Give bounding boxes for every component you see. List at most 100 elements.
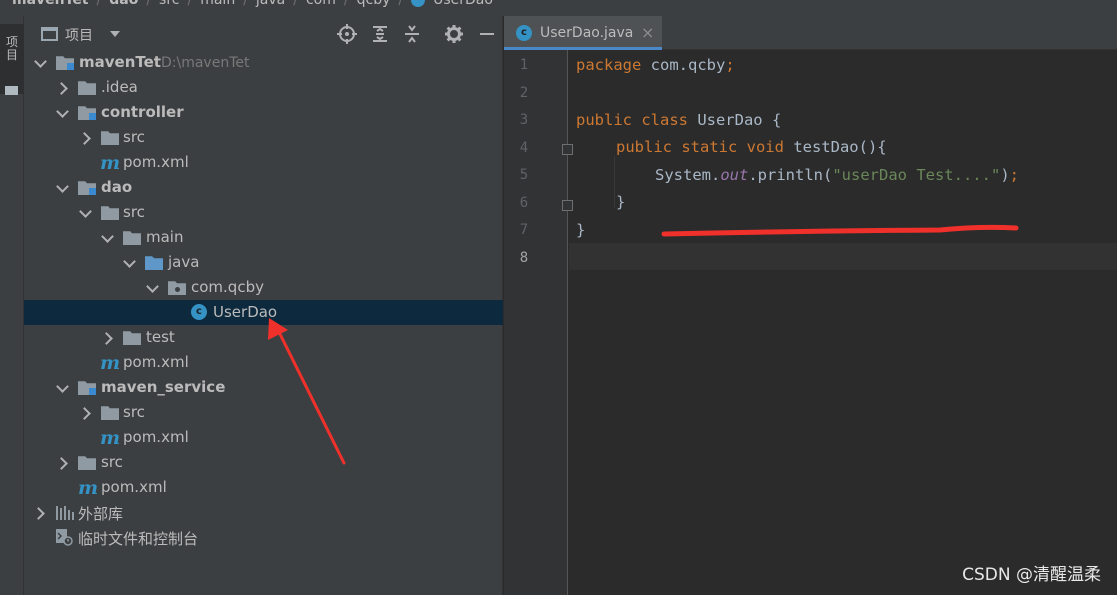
tree-item-src[interactable]: src: [24, 125, 503, 150]
tree-item-external-libraries[interactable]: 外部库: [24, 500, 503, 525]
tree-item-label: maven_service: [101, 378, 226, 396]
tree-item-pom[interactable]: m pom.xml: [24, 475, 503, 500]
project-panel-title[interactable]: 项目: [65, 25, 93, 45]
breadcrumb-com[interactable]: com: [306, 0, 336, 8]
tree-item-pom[interactable]: m pom.xml: [24, 425, 503, 450]
breadcrumb-project[interactable]: mavenTet: [12, 0, 89, 8]
class-icon: c: [516, 25, 532, 41]
chevron-right-icon[interactable]: [81, 133, 91, 143]
editor-tab-bar: c UserDao.java ×: [504, 16, 1117, 50]
chevron-right-icon[interactable]: [81, 408, 91, 418]
breadcrumb-class[interactable]: UserDao: [433, 0, 493, 8]
tree-item-userdao[interactable]: c UserDao: [24, 300, 503, 325]
tab-userdao-java[interactable]: c UserDao.java ×: [504, 16, 662, 50]
module-marker-icon: [89, 388, 96, 395]
chevron-right-icon[interactable]: [35, 508, 45, 518]
tree-item-dao[interactable]: dao: [24, 175, 503, 200]
chevron-down-icon[interactable]: [35, 57, 45, 67]
code-line-7[interactable]: }: [576, 221, 585, 239]
tree-item-maven-service[interactable]: maven_service: [24, 375, 503, 400]
chevron-down-icon[interactable]: [102, 232, 112, 242]
breadcrumb-qcby[interactable]: qcby: [357, 0, 391, 8]
chevron-right-icon[interactable]: [58, 458, 68, 468]
project-tree: mavenTet D:\mavenTet .idea controller sr…: [24, 50, 503, 550]
locate-file-icon[interactable]: [337, 24, 357, 44]
code-line-6[interactable]: }: [616, 193, 625, 211]
fold-marker-icon[interactable]: [562, 144, 573, 155]
tree-item-main[interactable]: main: [24, 225, 503, 250]
tree-item-pom[interactable]: m pom.xml: [24, 150, 503, 175]
tree-item-src[interactable]: src: [24, 450, 503, 475]
breadcrumb-java[interactable]: java: [256, 0, 285, 8]
breadcrumb-main[interactable]: main: [200, 0, 235, 8]
chevron-down-icon[interactable]: [57, 107, 67, 117]
folder-icon: [123, 331, 141, 345]
chevron-down-icon[interactable]: [57, 182, 67, 192]
tree-item-label: pom.xml: [123, 353, 189, 371]
tree-item-label: src: [123, 403, 145, 421]
tree-item-pom[interactable]: m pom.xml: [24, 350, 503, 375]
tree-item-src[interactable]: src: [24, 400, 503, 425]
chevron-down-icon[interactable]: [124, 257, 134, 267]
tree-item-label: com.qcby: [191, 278, 264, 296]
tree-item-src[interactable]: src: [24, 200, 503, 225]
navigation-breadcrumb: mavenTet / dao / src / main / java / com / qcb…: [0, 0, 1117, 16]
breadcrumb-src[interactable]: src: [159, 0, 179, 8]
collapse-all-icon[interactable]: [402, 24, 422, 44]
maven-icon: m: [100, 152, 121, 174]
tree-item-label: 外部库: [78, 505, 124, 523]
code-line-5[interactable]: System.out.println("userDao Test....");: [655, 166, 1019, 184]
code-line-1[interactable]: package com.qcby;: [576, 56, 735, 74]
minimize-icon[interactable]: [477, 24, 497, 44]
project-view-icon: [41, 27, 58, 41]
tree-item-label: main: [146, 228, 184, 246]
project-panel-header: 项目: [24, 16, 503, 52]
chevron-down-icon[interactable]: [57, 382, 67, 392]
line-number: 3: [519, 112, 529, 128]
code-line-4[interactable]: public static void testDao(){: [616, 138, 887, 156]
fold-marker-icon[interactable]: [562, 200, 573, 211]
project-tool-button[interactable]: 项目: [0, 24, 24, 95]
breadcrumb-module[interactable]: dao: [109, 0, 138, 8]
module-marker-icon: [89, 113, 96, 120]
chevron-down-icon[interactable]: [80, 207, 90, 217]
folder-icon: [101, 206, 119, 220]
line-number: 2: [519, 85, 529, 101]
tree-item-label: java: [168, 253, 200, 271]
folder-icon: [101, 406, 119, 420]
tree-item-label: mavenTet: [79, 53, 161, 71]
line-number: 7: [519, 222, 529, 238]
folder-icon: [123, 231, 141, 245]
tree-item-package[interactable]: com.qcby: [24, 275, 503, 300]
tree-item-mavenTet[interactable]: mavenTet D:\mavenTet: [24, 50, 503, 75]
folder-icon: [5, 86, 18, 95]
expand-all-icon[interactable]: [370, 24, 390, 44]
line-number: 8: [519, 250, 529, 266]
close-icon[interactable]: ×: [641, 23, 654, 42]
current-line-highlight: [569, 243, 1117, 270]
tree-item-test[interactable]: test: [24, 325, 503, 350]
tree-item-label: pom.xml: [101, 478, 167, 496]
library-icon: [56, 506, 74, 520]
module-marker-icon: [89, 188, 96, 195]
tree-item-java[interactable]: java: [24, 250, 503, 275]
folder-icon: [78, 456, 96, 470]
tree-item-controller[interactable]: controller: [24, 100, 503, 125]
tree-item-scratches[interactable]: 临时文件和控制台: [24, 525, 503, 550]
gear-icon[interactable]: [444, 24, 464, 44]
tree-item-label: test: [146, 328, 175, 346]
chevron-right-icon[interactable]: [58, 83, 68, 93]
line-number: 1: [519, 57, 529, 73]
chevron-right-icon[interactable]: [103, 333, 113, 343]
tree-item-label: src: [101, 453, 123, 471]
tree-item-idea[interactable]: .idea: [24, 75, 503, 100]
code-line-3[interactable]: public class UserDao {: [576, 111, 781, 129]
maven-icon: m: [100, 427, 121, 449]
maven-icon: m: [78, 477, 99, 499]
chevron-down-icon[interactable]: [147, 282, 157, 292]
tab-label: UserDao.java: [540, 25, 634, 41]
left-tool-strip: 项目: [0, 16, 24, 595]
package-dot-icon: [175, 287, 180, 292]
tree-item-label: UserDao: [213, 303, 278, 321]
chevron-down-icon[interactable]: [110, 31, 120, 37]
